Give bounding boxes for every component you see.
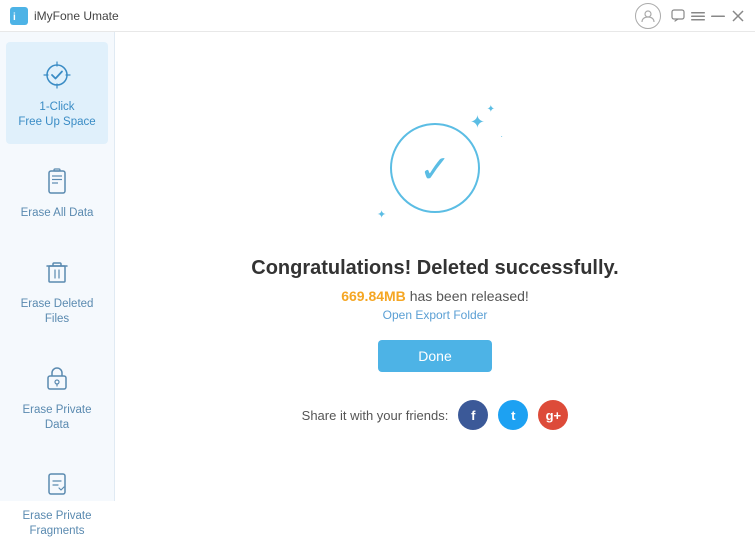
- erase-deleted-files-icon: [38, 253, 76, 291]
- sidebar-item-erase-deleted-files[interactable]: Erase Deleted Files: [6, 239, 108, 341]
- sidebar-label-erase-private-fragments: Erase Private Fragments: [22, 509, 91, 539]
- minimize-icon[interactable]: [711, 9, 725, 23]
- released-suffix: has been released!: [410, 288, 529, 304]
- titlebar: i iMyFone Umate: [0, 0, 755, 32]
- congrats-title: Congratulations! Deleted successfully.: [251, 257, 619, 280]
- released-size: 669.84MB: [341, 288, 406, 304]
- sparkle-icon-2: ✦: [487, 105, 495, 115]
- sidebar-label-erase-deleted-files: Erase Deleted Files: [14, 297, 100, 327]
- sidebar-item-erase-all-data[interactable]: Erase All Data: [6, 148, 108, 235]
- done-button[interactable]: Done: [378, 340, 491, 372]
- user-icon[interactable]: [635, 3, 661, 29]
- success-animation: ✓ ✦ ✦ ✦ ·: [365, 103, 505, 233]
- sidebar-item-erase-private-fragments[interactable]: Erase Private Fragments: [6, 451, 108, 552]
- twitter-share-button[interactable]: t: [498, 400, 528, 430]
- success-circle: ✓: [390, 123, 480, 213]
- chat-icon[interactable]: [671, 9, 685, 23]
- content-area: ✓ ✦ ✦ ✦ · Congratulations! Deleted succe…: [115, 32, 755, 501]
- close-icon[interactable]: [731, 9, 745, 23]
- sidebar-label-free-up-space: 1-Click Free Up Space: [18, 100, 95, 130]
- sidebar-label-erase-all-data: Erase All Data: [21, 206, 94, 221]
- menu-icon[interactable]: [691, 9, 705, 23]
- erase-private-data-icon: [38, 359, 76, 397]
- sparkle-icon-1: ✦: [470, 113, 485, 131]
- sidebar-item-erase-private-data[interactable]: Erase Private Data: [6, 345, 108, 447]
- free-up-space-icon: [38, 56, 76, 94]
- googleplus-share-button[interactable]: g+: [538, 400, 568, 430]
- svg-text:i: i: [13, 12, 16, 23]
- erase-private-fragments-icon: [38, 465, 76, 503]
- share-label: Share it with your friends:: [302, 408, 449, 423]
- sidebar-item-free-up-space[interactable]: 1-Click Free Up Space: [6, 42, 108, 144]
- sparkle-icon-3: ✦: [377, 210, 386, 221]
- checkmark-icon: ✓: [419, 151, 451, 189]
- share-row: Share it with your friends: f t g+: [302, 400, 569, 430]
- facebook-share-button[interactable]: f: [458, 400, 488, 430]
- released-text: 669.84MB has been released!: [341, 288, 529, 304]
- app-title: iMyFone Umate: [34, 9, 635, 23]
- app-logo: i: [10, 7, 28, 25]
- sparkle-icon-4: ·: [500, 133, 503, 141]
- sidebar: 1-Click Free Up Space Erase All Data: [0, 32, 115, 501]
- main-layout: 1-Click Free Up Space Erase All Data: [0, 32, 755, 501]
- window-controls: [671, 9, 745, 23]
- open-export-folder-link[interactable]: Open Export Folder: [383, 308, 488, 322]
- erase-all-data-icon: [38, 162, 76, 200]
- sidebar-label-erase-private-data: Erase Private Data: [14, 403, 100, 433]
